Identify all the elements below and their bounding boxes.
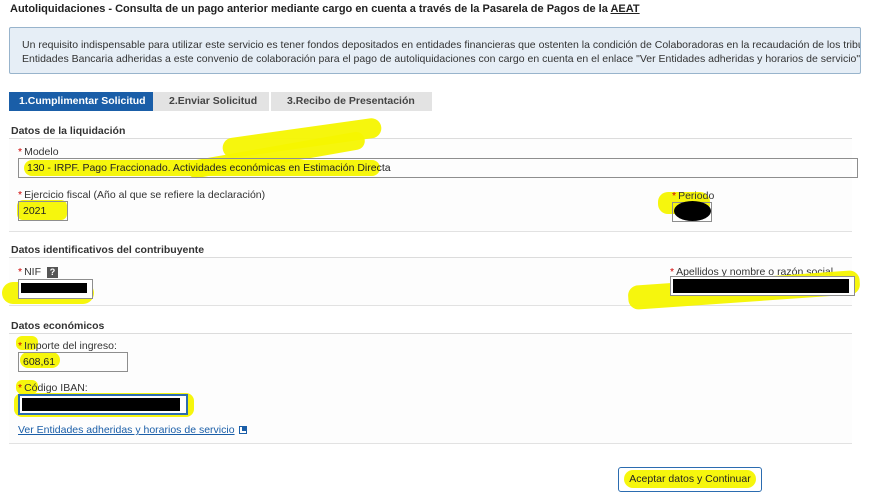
modelo-label-text: Modelo [24,146,59,158]
importe-value: 608,61 [23,356,56,368]
modelo-value: 130 - IRPF. Pago Fraccionado. Actividade… [27,162,391,174]
info-box: Un requisito indispensable para utilizar… [9,27,861,74]
section-title-contribuyente: Datos identificativos del contribuyente [11,244,205,256]
modelo-label: * Modelo [18,146,59,158]
redacted-periodo [674,201,711,221]
redacted-iban [22,398,180,411]
entidades-link[interactable]: Ver Entidades adheridas y horarios de se… [18,424,235,436]
importe-input[interactable]: 608,61 [18,352,128,372]
importe-label: * Importe del ingreso: [18,340,117,352]
info-text-line-1: Un requisito indispensable para utilizar… [22,39,861,51]
redacted-nif [21,283,87,293]
info-text-line-2: Entidades Bancaria adheridas a este conv… [22,53,861,65]
help-icon[interactable]: ? [47,266,59,278]
page-title-text: Autoliquidaciones - Consulta de un pago … [10,3,611,15]
importe-label-text: Importe del ingreso: [24,340,117,352]
ejercicio-value: 2021 [23,205,47,217]
periodo-label-text: Periodo [678,190,715,202]
required-mark: * [18,146,23,158]
section-panel-liquidacion [9,139,852,232]
redacted-nombre [673,279,849,293]
nif-label-text: NIF [24,266,42,278]
required-mark: * [18,266,23,278]
entidades-link-row: Ver Entidades adheridas y horarios de se… [18,424,247,436]
step-3-tab: 3.Recibo de Presentación [269,92,432,111]
nif-label: * NIF? [18,266,59,278]
step-1-tab: 1.Cumplimentar Solicitud [9,92,161,111]
submit-button[interactable]: Aceptar datos y Continuar [618,467,762,492]
required-mark: * [672,190,677,202]
steps-bar: 1.Cumplimentar Solicitud 2.Enviar Solici… [9,92,432,111]
section-title-liquidacion: Datos de la liquidación [11,125,126,137]
page-title-aeat: AEAT [610,3,640,15]
step-2-tab: 2.Enviar Solicitud [153,92,269,111]
page-title: Autoliquidaciones - Consulta de un pago … [10,3,640,15]
section-title-economicos: Datos económicos [11,320,105,332]
external-link-icon[interactable] [238,426,247,435]
ejercicio-input[interactable]: 2021 [18,201,68,221]
modelo-select[interactable]: 130 - IRPF. Pago Fraccionado. Actividade… [18,158,858,178]
required-mark: * [18,340,23,352]
